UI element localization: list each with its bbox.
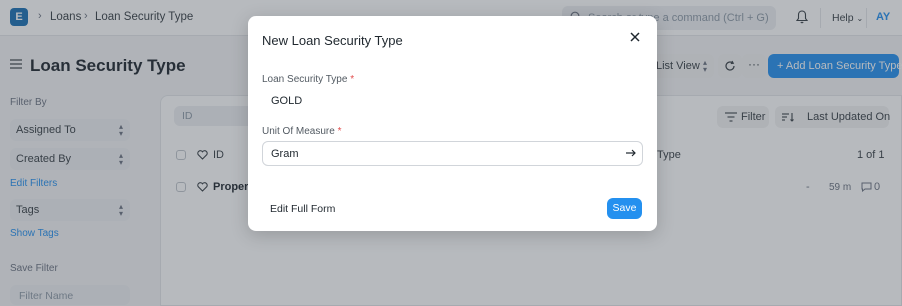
unit-of-measure-label: Unit Of Measure * xyxy=(262,126,342,137)
close-icon[interactable] xyxy=(628,30,642,44)
unit-of-measure-value: Gram xyxy=(271,148,299,160)
arrow-right-icon[interactable] xyxy=(625,147,637,159)
unit-of-measure-label-text: Unit Of Measure xyxy=(262,126,335,137)
new-loan-security-type-dialog: New Loan Security Type Loan Security Typ… xyxy=(248,16,657,231)
required-mark: * xyxy=(350,74,355,85)
unit-of-measure-input[interactable]: Gram xyxy=(262,141,643,166)
modal-title: New Loan Security Type xyxy=(262,33,403,48)
loan-security-type-label-text: Loan Security Type xyxy=(262,74,348,85)
loan-security-type-value[interactable]: GOLD xyxy=(271,95,302,107)
loan-security-type-label: Loan Security Type * xyxy=(262,74,354,85)
required-mark: * xyxy=(337,126,342,137)
save-button[interactable]: Save xyxy=(607,198,642,219)
edit-full-form-button[interactable]: Edit Full Form xyxy=(270,203,335,215)
